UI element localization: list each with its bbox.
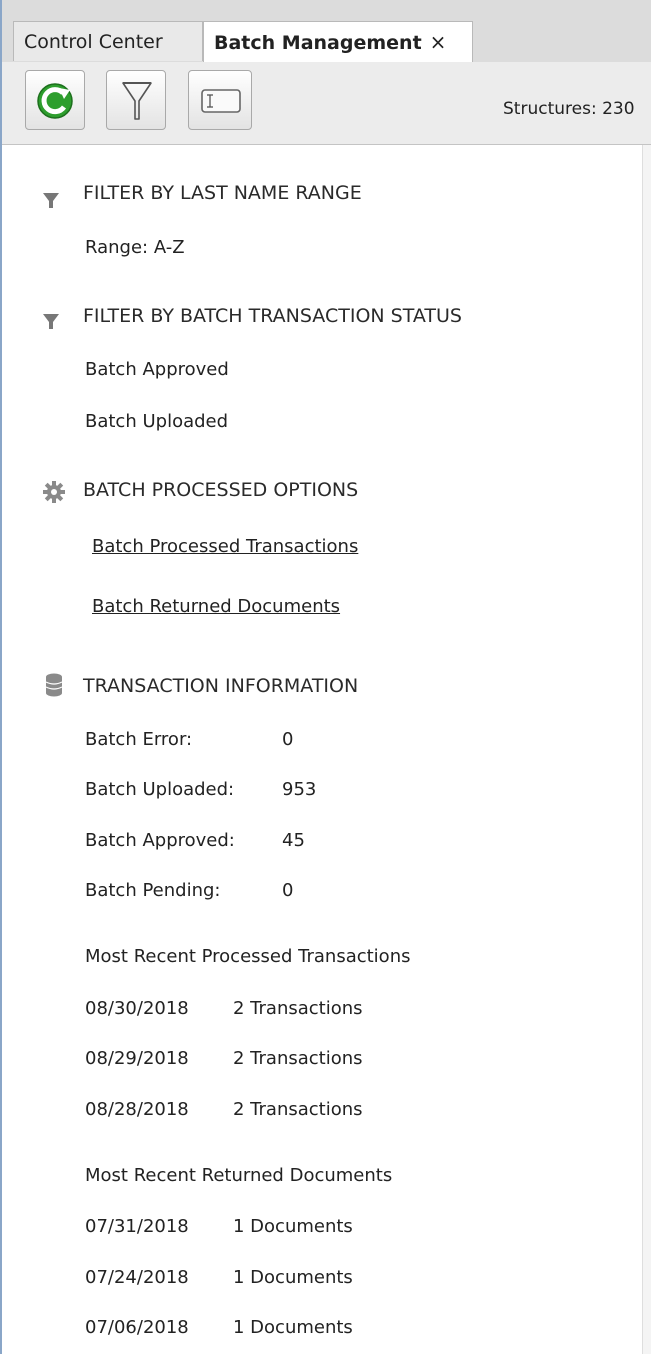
recent-processed-title: Most Recent Processed Transactions (85, 946, 411, 967)
stat-value-batch-approved: 45 (282, 830, 305, 851)
section-title-processed-options: BATCH PROCESSED OPTIONS (83, 479, 359, 501)
list-item-count: 2 Transactions (233, 1099, 363, 1120)
tab-label: Batch Management (214, 32, 422, 54)
toolbar: Structures: 230 (2, 62, 651, 145)
gear-icon (43, 481, 65, 503)
batch-processed-transactions-link[interactable]: Batch Processed Transactions (92, 536, 358, 557)
list-item-date: 08/30/2018 (85, 998, 189, 1019)
batch-returned-documents-link[interactable]: Batch Returned Documents (92, 596, 340, 617)
stat-label-batch-error: Batch Error: (85, 729, 193, 750)
list-item-count: 1 Documents (233, 1216, 353, 1237)
range-value[interactable]: Range: A-Z (85, 237, 185, 258)
list-item-date: 07/31/2018 (85, 1216, 189, 1237)
list-item-count: 2 Transactions (233, 1048, 363, 1069)
funnel-icon (122, 82, 152, 120)
monitor-icon (201, 89, 241, 113)
tab-label: Control Center (24, 31, 163, 53)
stat-label-batch-pending: Batch Pending: (85, 880, 221, 901)
database-icon (45, 673, 63, 697)
filter-button[interactable] (106, 70, 166, 130)
tab-batch-management[interactable]: Batch Management × (203, 21, 473, 63)
tab-bar: Control Center Batch Management × (2, 0, 651, 63)
status-option-uploaded[interactable]: Batch Uploaded (85, 411, 228, 432)
list-item-date: 08/29/2018 (85, 1048, 189, 1069)
list-item-count: 2 Transactions (233, 998, 363, 1019)
close-icon[interactable]: × (430, 30, 447, 54)
list-item-date: 07/24/2018 (85, 1267, 189, 1288)
status-option-approved[interactable]: Batch Approved (85, 359, 229, 380)
stat-label-batch-approved: Batch Approved: (85, 830, 235, 851)
section-title-last-name-range: FILTER BY LAST NAME RANGE (83, 182, 362, 204)
filter-panel: FILTER BY LAST NAME RANGE Range: A-Z FIL… (2, 145, 642, 1354)
stat-label-batch-uploaded: Batch Uploaded: (85, 779, 235, 800)
structures-count: Structures: 230 (503, 99, 635, 119)
list-item-count: 1 Documents (233, 1317, 353, 1338)
funnel-icon (43, 314, 59, 329)
funnel-icon (43, 193, 59, 208)
list-item-date: 08/28/2018 (85, 1099, 189, 1120)
refresh-icon (37, 83, 73, 119)
vertical-scrollbar[interactable] (642, 145, 651, 1354)
display-button[interactable] (188, 70, 252, 130)
stat-value-batch-uploaded: 953 (282, 779, 317, 800)
list-item-count: 1 Documents (233, 1267, 353, 1288)
stat-value-batch-error: 0 (282, 729, 294, 750)
stat-value-batch-pending: 0 (282, 880, 294, 901)
list-item-date: 07/06/2018 (85, 1317, 189, 1338)
recent-returned-title: Most Recent Returned Documents (85, 1165, 393, 1186)
section-title-transaction-information: TRANSACTION INFORMATION (83, 675, 359, 697)
refresh-button[interactable] (25, 70, 85, 130)
section-title-transaction-status: FILTER BY BATCH TRANSACTION STATUS (83, 305, 462, 327)
tab-control-center[interactable]: Control Center (13, 21, 203, 61)
